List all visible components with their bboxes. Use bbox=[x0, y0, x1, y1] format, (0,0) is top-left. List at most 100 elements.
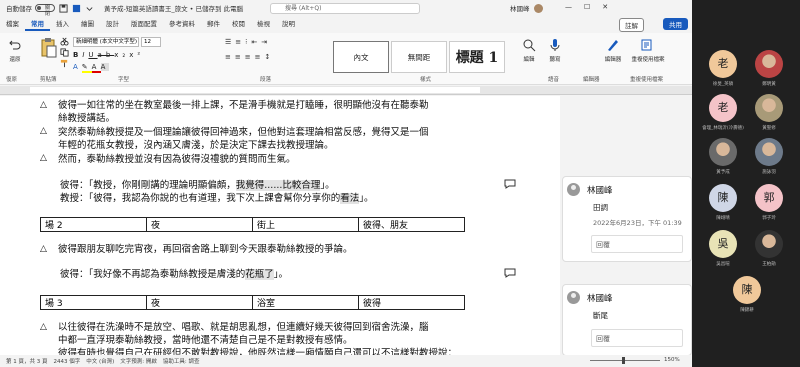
comment-reply-input[interactable]: 回覆 bbox=[591, 329, 683, 347]
tab-references[interactable]: 參考資料 bbox=[163, 17, 201, 31]
style-no-spacing[interactable]: 無間距 bbox=[391, 41, 447, 73]
page-count[interactable]: 第 1 頁，共 3 頁 bbox=[6, 357, 48, 365]
comment-card[interactable]: 林國峰 斷尾 回覆 bbox=[562, 284, 692, 355]
subscript-button[interactable]: x₂ bbox=[114, 51, 129, 59]
participant-tile[interactable]: 陳陳翊晴 bbox=[698, 184, 748, 230]
font-size-select[interactable]: 12 bbox=[141, 37, 161, 47]
copy-icon[interactable] bbox=[60, 48, 69, 57]
align-right-button[interactable]: ≡ bbox=[245, 53, 255, 61]
undo-icon[interactable] bbox=[8, 39, 22, 53]
scene-2-table: 場 2 夜 街上 彼得、朋友 bbox=[40, 217, 465, 232]
participant-tile[interactable]: 老會理_林瑞沂(冷壽德) bbox=[698, 94, 748, 140]
justify-button[interactable]: ≡ bbox=[255, 53, 265, 61]
zoom-level[interactable]: 150% bbox=[664, 357, 680, 363]
tab-review[interactable]: 校閱 bbox=[226, 17, 251, 31]
participant-tile[interactable]: 黃予成 bbox=[698, 138, 748, 184]
numbering-button[interactable]: ≡ bbox=[235, 38, 245, 46]
tab-help[interactable]: 說明 bbox=[276, 17, 301, 31]
paragraph-1-line-2: 絲教授講話。 bbox=[58, 113, 116, 124]
find-icon[interactable] bbox=[522, 38, 536, 52]
save-icon[interactable] bbox=[59, 3, 68, 13]
participant-tile[interactable]: 鄭明黃 bbox=[744, 50, 794, 96]
participant-tile[interactable]: 老徐旻_英碩 bbox=[698, 50, 748, 96]
comments-button[interactable]: 註解 bbox=[619, 18, 644, 32]
search-box[interactable]: 搜尋 (Alt+Q) bbox=[270, 3, 420, 14]
paragraph-row-1: ☰≡⁝⇤⇥ bbox=[225, 38, 271, 46]
zoom-slider[interactable] bbox=[590, 360, 660, 361]
cut-icon[interactable] bbox=[60, 37, 69, 46]
participant-tile[interactable]: 吳吳昌暄 bbox=[698, 230, 748, 276]
comment-icon[interactable] bbox=[504, 179, 516, 189]
ribbon-tabs: 檔案 常用 插入 繪圖 設計 版面配置 參考資料 郵件 校閱 檢視 說明 註解 … bbox=[0, 17, 692, 32]
editor-icon[interactable] bbox=[606, 38, 620, 52]
comment-icon[interactable] bbox=[504, 268, 516, 278]
paragraph-5-line-2: 中都一直浮現泰勒絲教授，當時他還不清楚自己是不是對教授有感情。 bbox=[58, 335, 353, 346]
style-heading-1[interactable]: 標題 1 bbox=[449, 41, 505, 73]
superscript-button[interactable]: x² bbox=[129, 51, 144, 59]
font-name-select[interactable]: 新細明體 (本文中文字型) bbox=[73, 37, 139, 47]
paragraph-5-line-3: 彼得有時也覺得自己在研經但不敢對教授說，他既然這樣一廂情願自己還可以不這樣對教授… bbox=[58, 348, 458, 355]
tab-design[interactable]: 設計 bbox=[100, 17, 125, 31]
align-center-button[interactable]: ≡ bbox=[235, 53, 245, 61]
word-count[interactable]: 2443 個字 bbox=[54, 357, 81, 365]
ruler[interactable] bbox=[0, 86, 692, 95]
microphone-icon[interactable] bbox=[548, 38, 562, 52]
group-styles-label: 樣式 bbox=[420, 77, 432, 83]
participant-tile[interactable]: 郭郭子玲 bbox=[744, 184, 794, 230]
tab-mailings[interactable]: 郵件 bbox=[201, 17, 226, 31]
paste-icon[interactable] bbox=[40, 37, 58, 59]
tab-view[interactable]: 檢視 bbox=[251, 17, 276, 31]
reuse-files-icon[interactable] bbox=[640, 38, 654, 52]
line-spacing-button[interactable]: ↕ bbox=[265, 53, 275, 61]
share-button[interactable]: 共用 bbox=[663, 18, 688, 30]
comment-anchor-2[interactable]: 看法 bbox=[340, 193, 360, 204]
tab-layout[interactable]: 版面配置 bbox=[125, 17, 163, 31]
language[interactable]: 中文 (台灣) bbox=[86, 357, 114, 365]
text-prediction[interactable]: 文字預測: 開啟 bbox=[120, 357, 157, 365]
tab-draw[interactable]: 繪圖 bbox=[75, 17, 100, 31]
paragraph-2-line-2: 年輕的花瓶女教授，沒內涵又膚淺，於是決定下課去找教授理論。 bbox=[58, 140, 334, 151]
close-button[interactable]: ✕ bbox=[602, 3, 620, 11]
participant-tile[interactable]: 施詠羽 bbox=[744, 138, 794, 184]
participant-name: 黃聖修 bbox=[762, 126, 776, 131]
autosave-toggle[interactable]: 關閉 bbox=[35, 4, 55, 17]
highlight-button[interactable]: ✎ bbox=[81, 63, 92, 73]
participant-tile[interactable]: 王柏勛 bbox=[744, 230, 794, 276]
font-color-button[interactable]: A bbox=[91, 63, 101, 73]
participant-tile[interactable]: 黃聖修 bbox=[744, 94, 794, 140]
user-account[interactable]: 林國峰 bbox=[510, 3, 543, 13]
strikethrough-button[interactable]: ab bbox=[98, 51, 115, 59]
text-effects-button[interactable]: A bbox=[73, 63, 82, 71]
comment-card[interactable]: 林國峰 田調 2022年6月23日，下午 01:39 回覆 bbox=[562, 176, 692, 262]
style-normal[interactable]: 內文 bbox=[333, 41, 389, 73]
align-left-button[interactable]: ≡ bbox=[225, 53, 235, 61]
paragraph-1-line-1: 彼得一如往常的坐在教室最後一排上課，不是滑手機就是打瞌睡，很明顯他沒有在聽泰勒 bbox=[58, 100, 429, 111]
participant-name: 黃予成 bbox=[716, 170, 730, 175]
bullets-button[interactable]: ☰ bbox=[225, 38, 235, 46]
participant-avatar: 老 bbox=[709, 50, 737, 78]
increase-indent-button[interactable]: ⇥ bbox=[261, 38, 271, 46]
minimize-button[interactable]: — bbox=[565, 3, 584, 11]
tab-insert[interactable]: 插入 bbox=[50, 17, 75, 31]
format-painter-icon[interactable] bbox=[60, 59, 69, 68]
decrease-indent-button[interactable]: ⇤ bbox=[251, 38, 261, 46]
customize-toolbar-icon[interactable] bbox=[85, 4, 94, 13]
comment-anchor-1[interactable]: 我覺得......比較合理 bbox=[235, 180, 321, 191]
document-page[interactable]: △ 彼得一如往常的坐在教室最後一排上課，不是滑手機就是打瞌睡，很明顯他沒有在聽泰… bbox=[0, 96, 560, 355]
participant-name: 郭子玲 bbox=[762, 216, 776, 221]
comment-anchor-3[interactable]: 花瓶了 bbox=[245, 269, 274, 280]
paragraph-2-line-1: 突然泰勒絲教授提及一個理論讓彼得回神過來，但他對這套理論相當反感，覺得又是一個 bbox=[58, 127, 429, 138]
underline-button[interactable]: U bbox=[88, 51, 97, 59]
maximize-button[interactable]: ☐ bbox=[584, 3, 602, 11]
comment-reply-input[interactable]: 回覆 bbox=[591, 235, 683, 253]
tab-home[interactable]: 常用 bbox=[25, 17, 50, 31]
zoom-slider-knob[interactable] bbox=[622, 357, 625, 364]
participant-tile[interactable]: 陳陳錦耕 bbox=[722, 276, 772, 322]
meeting-gallery: 老徐旻_英碩 鄭明黃老會理_林瑞沂(冷壽德) 黃聖修黃予成 施詠羽陳陳翊晴郭郭子玲吳吳… bbox=[692, 0, 800, 367]
bold-button[interactable]: B bbox=[73, 51, 82, 59]
char-shading-button[interactable]: A bbox=[100, 63, 110, 71]
tab-file[interactable]: 檔案 bbox=[0, 17, 25, 31]
comment-text: 田調 bbox=[593, 203, 608, 212]
word-doc-icon[interactable] bbox=[72, 4, 81, 13]
accessibility-check[interactable]: 協助工具: 調查 bbox=[163, 357, 200, 365]
